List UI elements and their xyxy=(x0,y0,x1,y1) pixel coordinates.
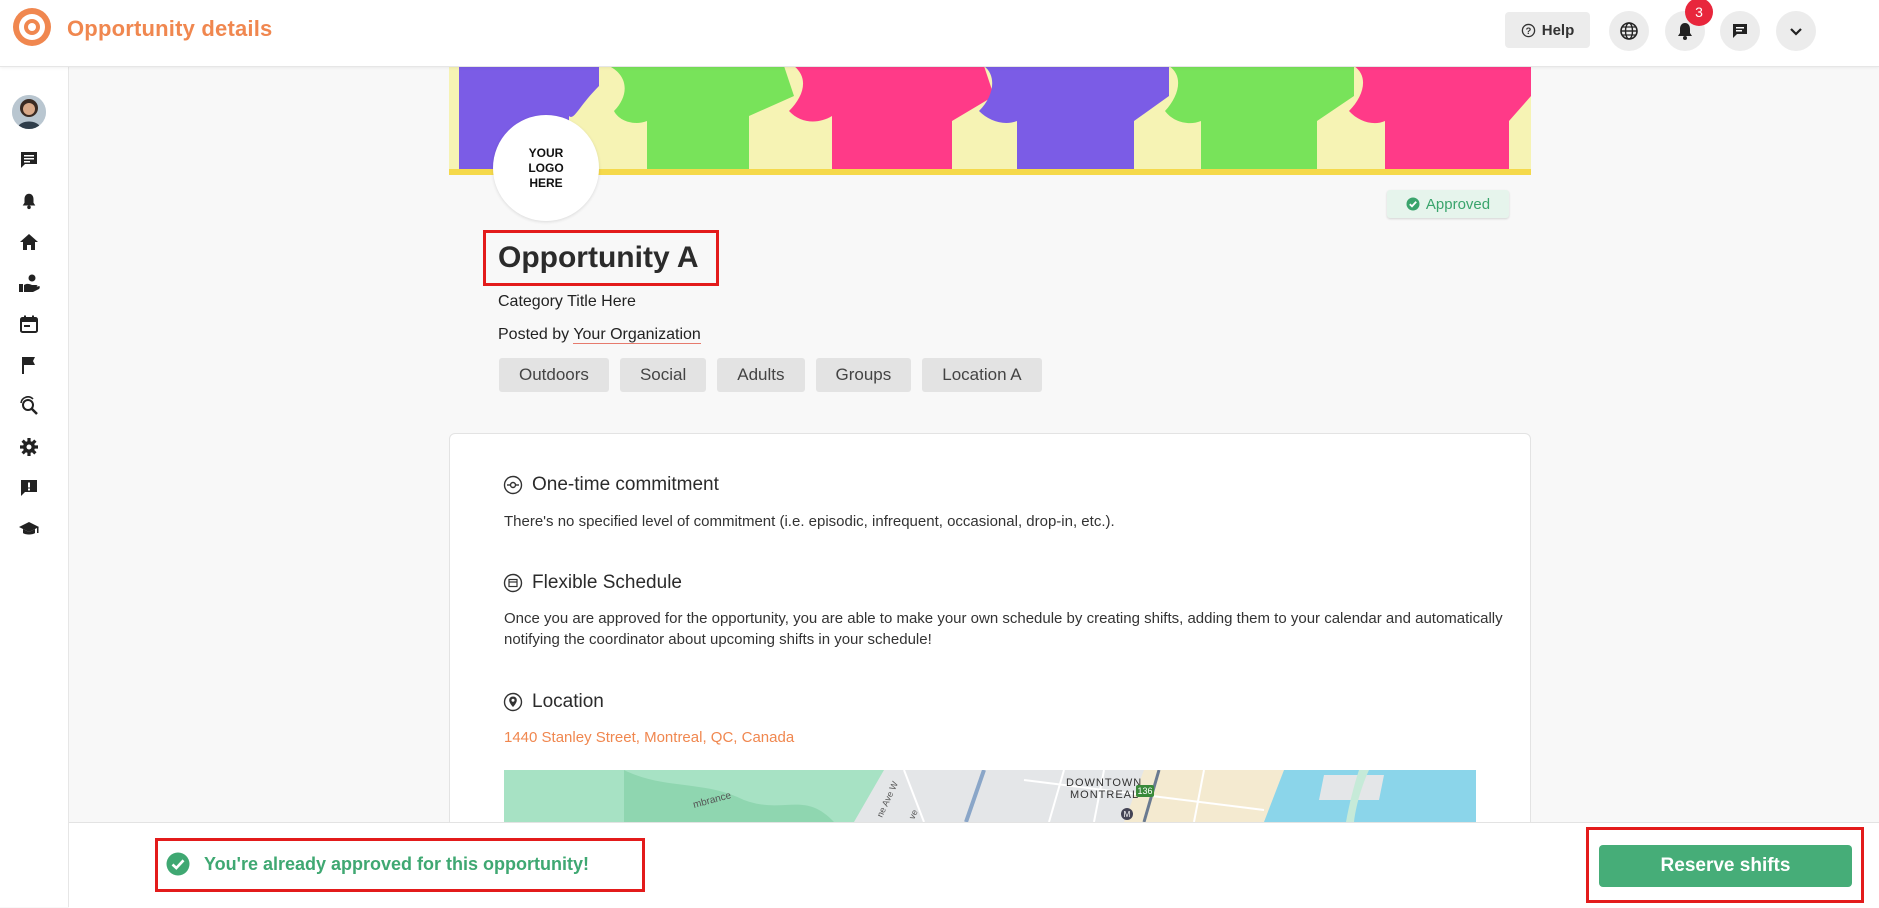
svg-text:?: ? xyxy=(1525,25,1531,35)
logo-line: YOUR xyxy=(528,145,564,160)
status-label: Approved xyxy=(1425,195,1491,213)
location-address-link[interactable]: 1440 Stanley Street, Montreal, QC, Canad… xyxy=(504,729,794,746)
location-map[interactable]: DOWNTOWN MONTREAL 136 M mbrance ne Ave W… xyxy=(504,770,1476,822)
map-image: DOWNTOWN MONTREAL 136 M mbrance ne Ave W… xyxy=(504,770,1476,822)
language-button[interactable] xyxy=(1609,11,1649,51)
search-refresh-icon[interactable] xyxy=(18,395,40,417)
help-circle-icon: ? xyxy=(1521,23,1535,37)
tag-adults: Adults xyxy=(717,358,805,392)
tag-location-a: Location A xyxy=(922,358,1042,392)
messages-icon[interactable] xyxy=(18,149,40,171)
posted-by: Posted by Your Organization xyxy=(498,326,701,344)
notification-count-badge: 3 xyxy=(1685,0,1713,26)
map-label-route-136: 136 xyxy=(1137,786,1152,796)
check-circle-icon xyxy=(1406,197,1420,211)
help-label: Help xyxy=(1541,21,1575,39)
chevron-down-icon xyxy=(1790,28,1802,36)
organization-link[interactable]: Your Organization xyxy=(573,326,701,344)
banner-illustration xyxy=(449,66,1531,169)
globe-icon xyxy=(1620,22,1638,40)
chat-icon xyxy=(1733,24,1747,38)
sidebar xyxy=(0,66,69,907)
top-bar: Opportunity details ? Help 3 xyxy=(0,0,1879,67)
approved-message-text: You're already approved for this opportu… xyxy=(204,853,589,874)
reserve-shifts-button[interactable]: Reserve shifts xyxy=(1599,845,1852,887)
commitment-icon xyxy=(503,475,523,495)
commitment-heading-label: One-time commitment xyxy=(532,474,719,495)
map-label-downtown: DOWNTOWN xyxy=(1066,777,1142,789)
tag-list: Outdoors Social Adults Groups Location A xyxy=(499,358,1042,392)
gear-icon[interactable] xyxy=(18,436,40,458)
location-heading-label: Location xyxy=(532,691,604,712)
organization-logo: YOUR LOGO HERE xyxy=(493,115,599,221)
location-pin-icon xyxy=(503,692,523,712)
schedule-icon xyxy=(503,573,523,593)
logo-line: LOGO xyxy=(528,160,564,175)
check-circle-icon xyxy=(166,852,190,876)
page-title: Opportunity details xyxy=(67,16,273,41)
posted-by-prefix: Posted by xyxy=(498,326,570,343)
home-icon[interactable] xyxy=(18,231,40,253)
category-title: Category Title Here xyxy=(498,293,636,310)
opportunity-banner xyxy=(449,66,1531,175)
tag-social: Social xyxy=(619,358,707,392)
account-menu-button[interactable] xyxy=(1776,11,1816,51)
volunteer-hand-icon[interactable] xyxy=(18,272,40,294)
commitment-heading: One-time commitment xyxy=(503,474,719,496)
calendar-icon[interactable] xyxy=(18,313,40,335)
messages-button[interactable] xyxy=(1720,11,1760,51)
flag-icon[interactable] xyxy=(18,354,40,376)
avatar-image xyxy=(12,95,46,129)
feedback-icon[interactable] xyxy=(18,477,40,499)
graduation-cap-icon[interactable] xyxy=(18,518,40,540)
opportunity-title: Opportunity A xyxy=(498,241,699,274)
schedule-heading: Flexible Schedule xyxy=(503,572,682,594)
help-button[interactable]: ? Help xyxy=(1505,12,1590,48)
avatar[interactable] xyxy=(12,95,46,129)
tag-groups: Groups xyxy=(815,358,912,392)
status-badge: Approved xyxy=(1387,190,1509,218)
commitment-text: There's no specified level of commitment… xyxy=(504,513,1115,530)
location-heading: Location xyxy=(503,691,604,713)
app-logo-icon[interactable] xyxy=(12,7,52,47)
map-label-montreal: MONTREAL xyxy=(1070,789,1139,801)
schedule-heading-label: Flexible Schedule xyxy=(532,572,682,593)
schedule-text: Once you are approved for the opportunit… xyxy=(504,610,1503,648)
map-label-metro: M xyxy=(1124,810,1131,819)
tag-outdoors: Outdoors xyxy=(499,358,609,392)
approved-message: You're already approved for this opportu… xyxy=(166,852,589,876)
logo-line: HERE xyxy=(529,175,563,190)
bell-icon[interactable] xyxy=(18,190,40,212)
